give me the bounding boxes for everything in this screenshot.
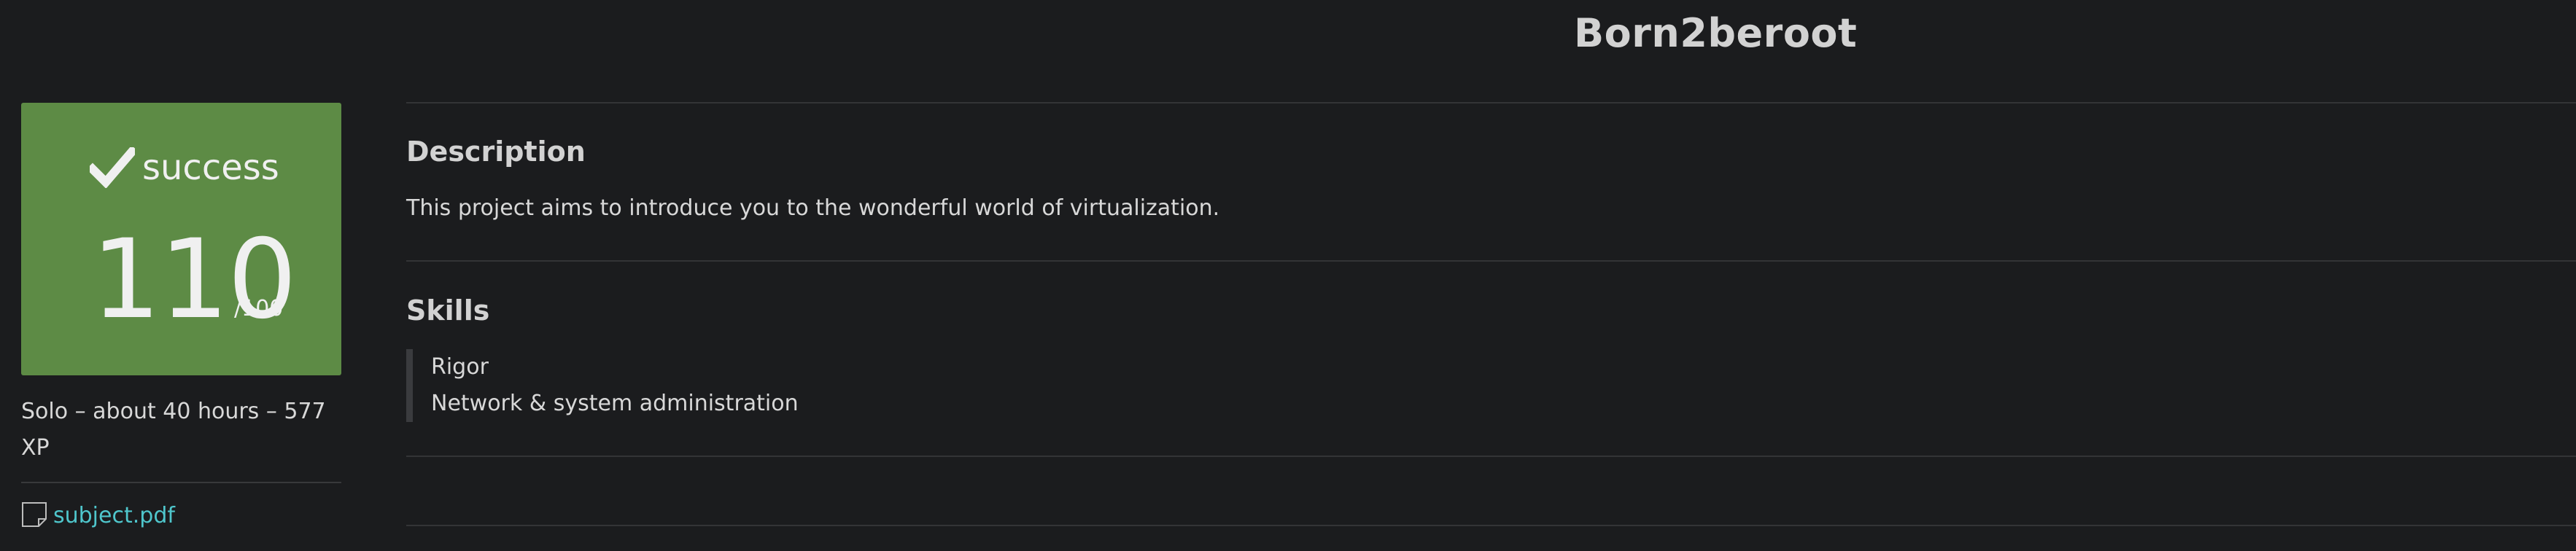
divider	[406, 102, 2576, 103]
project-meta: Solo – about 40 hours – 577 XP	[21, 399, 326, 461]
skill-item: Network & system administration	[431, 391, 799, 416]
checkmark-icon	[90, 147, 135, 188]
divider	[406, 456, 2576, 457]
divider	[406, 260, 2576, 262]
divider	[21, 482, 341, 483]
divider	[406, 525, 2576, 526]
score-max: /100	[234, 296, 284, 321]
description-heading: Description	[406, 136, 586, 168]
skill-item: Rigor	[431, 354, 489, 380]
skills-list: Rigor Network & system administration	[406, 349, 799, 422]
status-label: success	[142, 147, 279, 188]
skills-heading: Skills	[406, 294, 490, 327]
page-title: Born2beroot	[1574, 10, 1858, 56]
status-row: success	[90, 142, 279, 193]
result-card: success 110 /100	[21, 103, 341, 375]
attachment-name[interactable]: subject.pdf	[53, 503, 175, 528]
subject-attachment-link[interactable]: subject.pdf	[21, 499, 175, 531]
project-page: Born2beroot success 110 /100 Solo – abou…	[0, 0, 2576, 551]
document-icon	[21, 501, 49, 529]
description-text: This project aims to introduce you to th…	[406, 195, 1220, 221]
